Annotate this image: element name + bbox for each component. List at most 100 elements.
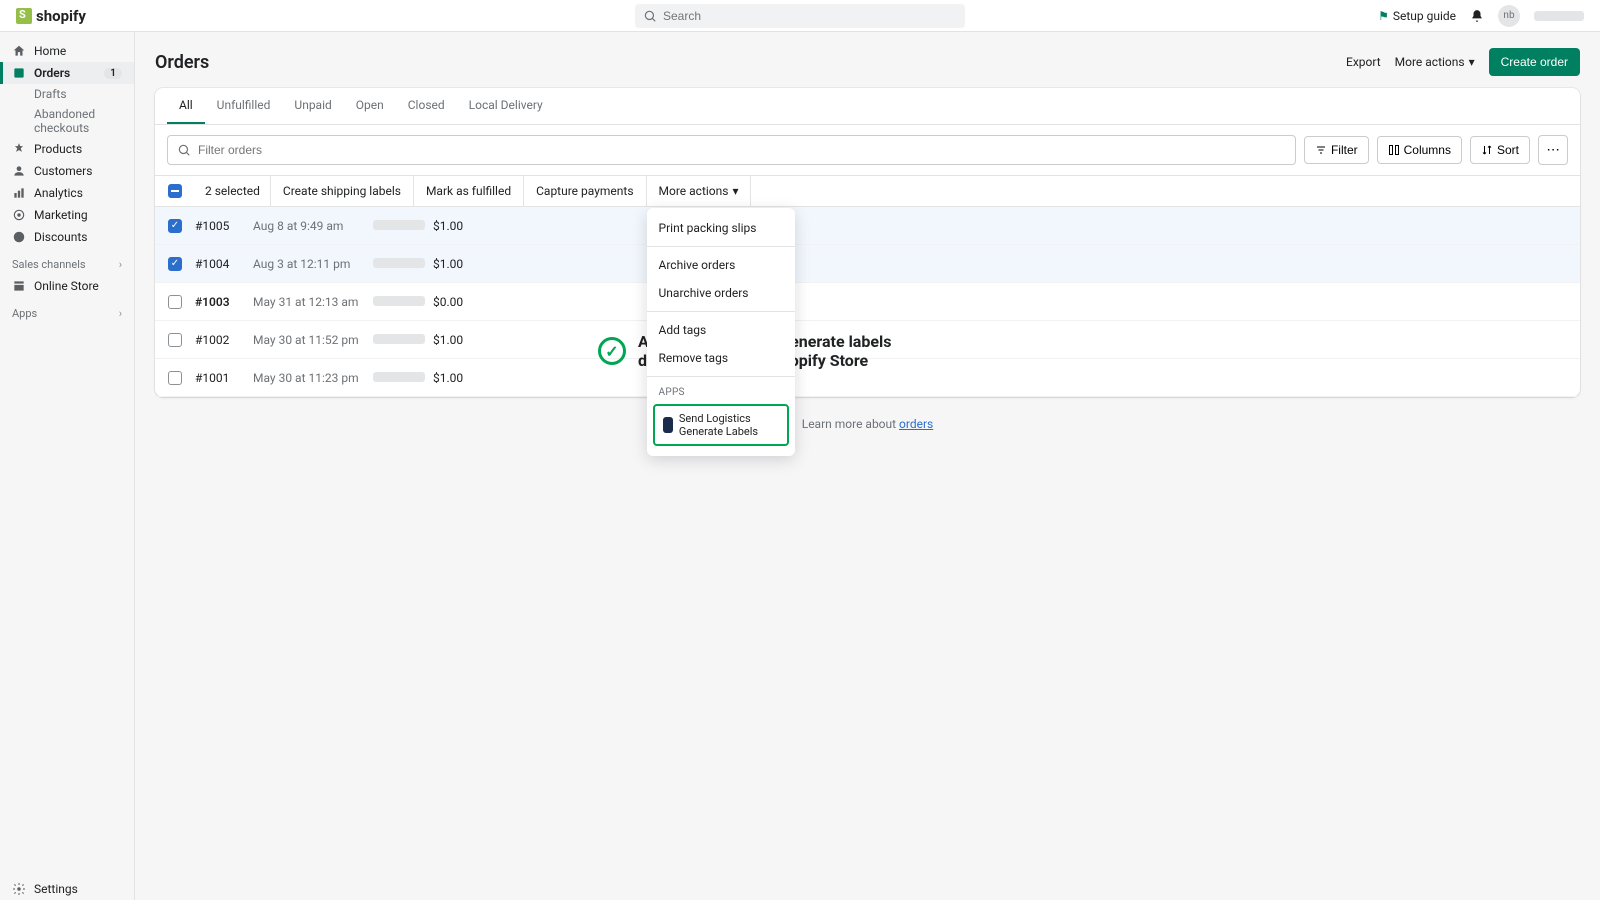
more-actions-label: More actions <box>1395 55 1465 69</box>
row-checkbox[interactable] <box>155 333 195 347</box>
capture-payments-button[interactable]: Capture payments <box>524 176 646 206</box>
select-all-checkbox[interactable] <box>155 184 195 198</box>
nav-label: Orders <box>34 66 70 80</box>
order-id[interactable]: #1001 <box>195 371 253 385</box>
search-icon <box>643 9 657 23</box>
more-actions-button[interactable]: More actions ▾ <box>1395 55 1475 69</box>
orders-icon <box>12 66 26 80</box>
order-date: May 30 at 11:23 pm <box>253 371 373 385</box>
apps-header: Apps › <box>0 297 134 324</box>
bulk-more-actions-button[interactable]: More actions ▾ Print packing slips Archi… <box>647 176 752 206</box>
filter-icon <box>1315 144 1327 156</box>
order-id[interactable]: #1005 <box>195 219 253 233</box>
dropdown-archive[interactable]: Archive orders <box>647 251 795 279</box>
store-icon <box>12 279 26 293</box>
nav-label: Products <box>34 142 82 156</box>
order-id[interactable]: #1002 <box>195 333 253 347</box>
tab-unfulfilled[interactable]: Unfulfilled <box>205 88 283 124</box>
row-checkbox[interactable] <box>155 257 195 271</box>
sidebar-item-home[interactable]: Home <box>0 40 134 62</box>
topbar: shopify ⚑ Setup guide nb <box>0 0 1600 32</box>
page-title: Orders <box>155 52 209 73</box>
nav-label: Discounts <box>34 230 87 244</box>
order-id[interactable]: #1004 <box>195 257 253 271</box>
search-input[interactable] <box>635 4 965 28</box>
nav-label: Settings <box>34 882 78 896</box>
tab-local-delivery[interactable]: Local Delivery <box>457 88 555 124</box>
sort-button[interactable]: Sort <box>1470 136 1530 164</box>
chevron-down-icon: ▾ <box>1469 55 1475 69</box>
sidebar-item-settings[interactable]: Settings <box>0 878 134 900</box>
setup-guide-link[interactable]: ⚑ Setup guide <box>1378 9 1456 23</box>
customer-redacted <box>373 371 433 385</box>
sidebar-item-customers[interactable]: Customers <box>0 160 134 182</box>
dropdown-remove-tags[interactable]: Remove tags <box>647 344 795 372</box>
table-row[interactable]: #1003 May 31 at 12:13 am $0.00 em Local … <box>155 283 1580 321</box>
filter-button[interactable]: Filter <box>1304 136 1369 164</box>
chevron-right-icon[interactable]: › <box>119 307 122 320</box>
columns-button[interactable]: Columns <box>1377 136 1462 164</box>
tab-closed[interactable]: Closed <box>396 88 457 124</box>
products-icon <box>12 142 26 156</box>
table-row[interactable]: #1005 Aug 8 at 9:49 am $1.00 em <box>155 207 1580 245</box>
dropdown-app-action[interactable]: Send Logistics Generate Labels <box>653 404 789 446</box>
sidebar-item-discounts[interactable]: Discounts <box>0 226 134 248</box>
sidebar-item-products[interactable]: Products <box>0 138 134 160</box>
dropdown-add-tags[interactable]: Add tags <box>647 316 795 344</box>
chevron-down-icon: ▾ <box>732 184 738 198</box>
chevron-right-icon[interactable]: › <box>119 258 122 271</box>
filter-input-wrap <box>167 135 1296 165</box>
tab-all[interactable]: All <box>167 88 205 124</box>
order-total: $1.00 <box>433 257 483 271</box>
gear-icon <box>12 882 26 896</box>
analytics-icon <box>12 186 26 200</box>
export-button[interactable]: Export <box>1346 55 1381 69</box>
section-label: Sales channels <box>12 258 86 271</box>
section-label: Apps <box>12 307 37 320</box>
bell-icon[interactable] <box>1470 9 1484 23</box>
page-actions: Export More actions ▾ Create order <box>1346 48 1580 76</box>
nav-label: Analytics <box>34 186 83 200</box>
checkmark-circle-icon: ✓ <box>598 337 626 365</box>
learn-more-link[interactable]: orders <box>899 417 933 431</box>
dropdown-unarchive[interactable]: Unarchive orders <box>647 279 795 307</box>
sales-channels-header: Sales channels › <box>0 248 134 275</box>
order-total: $1.00 <box>433 371 483 385</box>
row-checkbox[interactable] <box>155 219 195 233</box>
tab-unpaid[interactable]: Unpaid <box>282 88 343 124</box>
customer-redacted <box>373 295 433 309</box>
mark-fulfilled-button[interactable]: Mark as fulfilled <box>414 176 524 206</box>
nav-label: Online Store <box>34 279 99 293</box>
row-checkbox[interactable] <box>155 371 195 385</box>
button-label: Filter <box>1331 143 1358 157</box>
more-button[interactable]: ⋯ <box>1538 135 1568 165</box>
selected-count: 2 selected <box>195 176 271 206</box>
sidebar-item-online-store[interactable]: Online Store <box>0 275 134 297</box>
customer-redacted <box>373 333 433 347</box>
dropdown-print-slips[interactable]: Print packing slips <box>647 214 795 242</box>
order-date: Aug 8 at 9:49 am <box>253 219 373 233</box>
customer-redacted <box>373 219 433 233</box>
sidebar-sub-abandoned[interactable]: Abandoned checkouts <box>0 104 134 138</box>
avatar[interactable]: nb <box>1498 5 1520 27</box>
row-checkbox[interactable] <box>155 295 195 309</box>
order-date: May 30 at 11:52 pm <box>253 333 373 347</box>
tab-open[interactable]: Open <box>344 88 396 124</box>
sidebar-item-marketing[interactable]: Marketing <box>0 204 134 226</box>
filter-row: Filter Columns Sort ⋯ <box>155 125 1580 175</box>
bulk-actions-row: 2 selected Create shipping labels Mark a… <box>155 175 1580 207</box>
order-id[interactable]: #1003 <box>195 295 253 309</box>
more-actions-dropdown: Print packing slips Archive orders Unarc… <box>647 208 795 456</box>
sidebar-item-orders[interactable]: Orders 1 <box>0 62 134 84</box>
shopify-logo[interactable]: shopify <box>16 7 86 25</box>
table-row[interactable]: #1004 Aug 3 at 12:11 pm $1.00 em <box>155 245 1580 283</box>
sidebar-item-analytics[interactable]: Analytics <box>0 182 134 204</box>
sidebar: Home Orders 1 Drafts Abandoned checkouts… <box>0 32 135 900</box>
main-content: Orders Export More actions ▾ Create orde… <box>135 32 1600 900</box>
create-order-button[interactable]: Create order <box>1489 48 1580 76</box>
sidebar-sub-drafts[interactable]: Drafts <box>0 84 134 104</box>
nav-label: Marketing <box>34 208 88 222</box>
separator <box>647 311 795 312</box>
create-shipping-button[interactable]: Create shipping labels <box>271 176 414 206</box>
filter-input[interactable] <box>167 135 1296 165</box>
